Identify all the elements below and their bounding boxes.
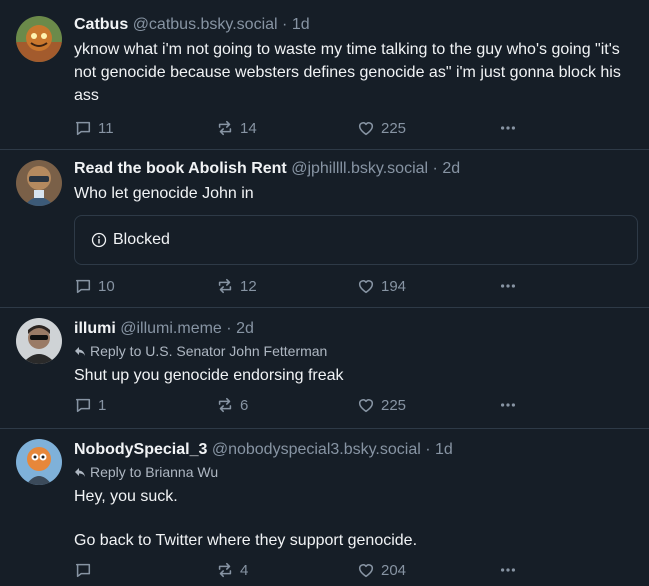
like-button[interactable]: 204 (357, 561, 499, 579)
info-icon (91, 232, 107, 248)
feed: Catbus @catbus.bsky.social · 1d yknow wh… (0, 0, 649, 586)
reply-icon (75, 121, 91, 136)
more-options-button[interactable] (499, 119, 517, 137)
author-name[interactable]: Catbus (74, 16, 128, 33)
separator: · (282, 16, 288, 33)
author-handle[interactable]: @nobodyspecial3.bsky.social (212, 441, 421, 458)
more-options-button[interactable] (499, 396, 517, 414)
post-header: Catbus @catbus.bsky.social · 1d (74, 0, 637, 35)
more-options-button[interactable] (499, 277, 517, 295)
ellipsis-icon (500, 403, 516, 407)
repost-button[interactable]: 12 (216, 277, 357, 295)
post-actions: 4 204 (74, 559, 637, 581)
author-name[interactable]: illumi (74, 320, 116, 337)
avatar[interactable] (16, 160, 62, 206)
like-button[interactable]: 225 (357, 119, 499, 137)
timestamp[interactable]: 2d (236, 320, 254, 337)
blocked-label: Blocked (113, 231, 170, 248)
heart-icon (358, 280, 374, 294)
reply-context[interactable]: Reply to U.S. Senator John Fetterman (74, 342, 637, 360)
reply-button[interactable]: 10 (74, 277, 216, 295)
reply-to-label: Reply to Brianna Wu (90, 464, 219, 480)
repost-icon (218, 278, 232, 294)
reply-icon (75, 279, 91, 294)
repost-count: 4 (240, 561, 249, 579)
author-handle[interactable]: @illumi.meme (120, 320, 222, 337)
post-text: yknow what i'm not going to waste my tim… (74, 38, 637, 107)
post-text-line: yknow what i'm not going to waste my tim… (74, 41, 621, 104)
reply-arrow-icon (75, 347, 85, 356)
heart-icon (358, 399, 374, 413)
post-text: Who let genocide John in (74, 182, 637, 205)
repost-button[interactable]: 14 (216, 119, 357, 137)
post-text-line: Shut up you genocide endorsing freak (74, 367, 344, 384)
repost-icon (218, 120, 232, 136)
ellipsis-icon (500, 568, 516, 572)
more-options-button[interactable] (499, 561, 517, 579)
like-count: 204 (381, 561, 407, 579)
separator: · (425, 441, 431, 458)
repost-count: 6 (240, 396, 249, 414)
repost-button[interactable]: 4 (216, 561, 357, 579)
timestamp[interactable]: 1d (292, 16, 310, 33)
repost-count: 14 (240, 119, 257, 137)
like-count: 194 (381, 277, 407, 295)
reply-to-label: Reply to U.S. Senator John Fetterman (90, 343, 328, 359)
post[interactable]: illumi @illumi.meme · 2d Reply to U.S. S… (0, 307, 649, 428)
heart-icon (358, 564, 374, 578)
post-text-line: Who let genocide John in (74, 185, 254, 202)
post[interactable]: NobodySpecial_3 @nobodyspecial3.bsky.soc… (0, 428, 649, 586)
timestamp[interactable]: 1d (435, 441, 453, 458)
post-actions: 11 14 225 (74, 117, 637, 139)
post[interactable]: Catbus @catbus.bsky.social · 1d yknow wh… (0, 0, 649, 149)
timestamp[interactable]: 2d (442, 160, 460, 177)
post-header: illumi @illumi.meme · 2d (74, 308, 637, 339)
reply-button[interactable] (74, 561, 216, 579)
author-name[interactable]: NobodySpecial_3 (74, 441, 207, 458)
avatar[interactable] (16, 318, 62, 364)
reply-icon (75, 563, 91, 578)
ellipsis-icon (500, 284, 516, 288)
reply-count: 1 (98, 396, 107, 414)
post-text: Shut up you genocide endorsing freak (74, 364, 637, 387)
avatar[interactable] (16, 439, 62, 485)
repost-icon (218, 562, 232, 578)
post-actions: 1 6 225 (74, 394, 637, 416)
ellipsis-icon (500, 126, 516, 130)
post-header: NobodySpecial_3 @nobodyspecial3.bsky.soc… (74, 429, 637, 460)
post-text-line: Go back to Twitter where they support ge… (74, 532, 418, 549)
post-text-line: Hey, you suck. (74, 488, 178, 505)
reply-count: 11 (98, 119, 114, 137)
post[interactable]: Read the book Abolish Rent @jphillll.bsk… (0, 149, 649, 307)
post-text: Hey, you suck. Go back to Twitter where … (74, 485, 637, 552)
like-count: 225 (381, 396, 407, 414)
post-header: Read the book Abolish Rent @jphillll.bsk… (74, 150, 637, 179)
reply-button[interactable]: 11 (74, 119, 216, 137)
reply-button[interactable]: 1 (74, 396, 216, 414)
blocked-quote[interactable]: Blocked (74, 215, 638, 265)
author-handle[interactable]: @catbus.bsky.social (133, 16, 278, 33)
reply-count: 10 (98, 277, 115, 295)
separator: · (432, 160, 438, 177)
heart-icon (358, 122, 374, 136)
author-name[interactable]: Read the book Abolish Rent (74, 160, 287, 177)
repost-icon (218, 397, 232, 413)
reply-context[interactable]: Reply to Brianna Wu (74, 463, 637, 481)
author-handle[interactable]: @jphillll.bsky.social (291, 160, 428, 177)
like-button[interactable]: 225 (357, 396, 499, 414)
like-button[interactable]: 194 (357, 277, 499, 295)
post-actions: 10 12 194 (74, 275, 637, 297)
avatar[interactable] (16, 16, 62, 62)
reply-icon (75, 398, 91, 413)
repost-count: 12 (240, 277, 257, 295)
repost-button[interactable]: 6 (216, 396, 357, 414)
reply-arrow-icon (75, 468, 85, 477)
separator: · (226, 320, 232, 337)
like-count: 225 (381, 119, 407, 137)
